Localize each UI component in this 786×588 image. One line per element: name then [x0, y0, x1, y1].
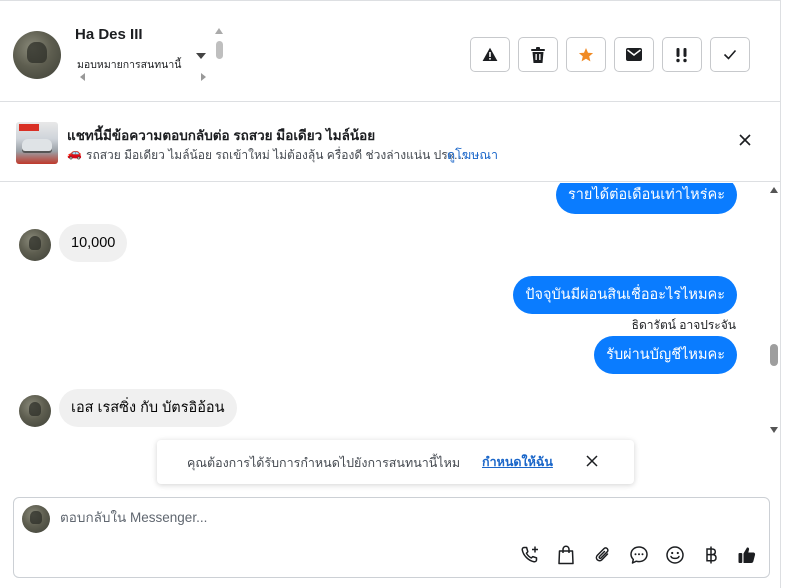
chat-bubble-icon: [630, 546, 648, 564]
ad-reply-banner: แชทนี้มีข้อความตอบกลับต่อ รถสวย มือเดียว…: [0, 103, 781, 182]
call-button[interactable]: [519, 544, 541, 566]
message-bubble-incoming[interactable]: 10,000: [59, 224, 128, 262]
conversation-header: Ha Des III มอบหมายการสนทนานี้: [0, 7, 781, 102]
mark-done-button[interactable]: [710, 37, 750, 72]
message-thread: รายได้ต่อเดือนเท่าไหร่คะ 10,000 ปัจจุบัน…: [0, 183, 781, 438]
shopping-bag-icon: [558, 545, 574, 565]
scroll-left-arrow[interactable]: [80, 73, 85, 81]
star-icon: [578, 47, 594, 61]
reply-composer: [13, 497, 770, 578]
scroll-up-arrow[interactable]: [770, 187, 778, 193]
scroll-down-arrow[interactable]: [770, 427, 778, 433]
ad-description: รถสวย มือเดียว ไมล์น้อย รถเข้าใหม่ ไม่ต้…: [86, 148, 465, 162]
contact-name[interactable]: Ha Des III: [75, 26, 143, 43]
report-spam-button[interactable]: [470, 37, 510, 72]
like-button[interactable]: [736, 544, 758, 566]
contact-avatar[interactable]: [19, 395, 51, 427]
page-avatar: [22, 505, 50, 533]
shop-button[interactable]: [555, 544, 577, 566]
contact-avatar[interactable]: [19, 229, 51, 261]
message-bubble-outgoing[interactable]: ปัจจุบันมีผ่อนสินเชื่ออะไรไหมคะ: [513, 276, 737, 314]
delete-button[interactable]: [518, 37, 558, 72]
phone-plus-icon: [521, 546, 538, 563]
star-button[interactable]: [566, 37, 606, 72]
message-bubble-incoming[interactable]: เอส เรสซิ่ง กับ บัตรอิอ้อน: [59, 389, 237, 427]
assign-conversation-dropdown[interactable]: มอบหมายการสนทนานี้: [77, 56, 181, 73]
ad-thumbnail[interactable]: [16, 122, 58, 164]
contact-avatar[interactable]: [13, 31, 61, 79]
ad-banner-title: แชทนี้มีข้อความตอบกลับต่อ รถสวย มือเดียว…: [67, 128, 376, 143]
chevron-down-icon[interactable]: [196, 53, 206, 59]
assign-prompt-toast: คุณต้องการได้รับการกำหนดไปยังการสนทนานี้…: [157, 440, 634, 484]
emoji-button[interactable]: [664, 544, 686, 566]
view-ad-link[interactable]: ดูโฆษณา: [447, 145, 498, 165]
mark-unread-button[interactable]: [614, 37, 654, 72]
smiley-icon: [666, 546, 684, 564]
car-icon: 🚗: [67, 146, 82, 160]
scrollbar-thumb[interactable]: [216, 41, 223, 59]
thumbs-up-icon: [738, 547, 756, 563]
paperclip-icon: [595, 547, 609, 562]
close-icon[interactable]: [585, 454, 599, 468]
saved-replies-button[interactable]: [628, 544, 650, 566]
envelope-icon: [626, 48, 642, 61]
attach-button[interactable]: [592, 544, 614, 566]
message-bubble-outgoing[interactable]: รายได้ต่อเดือนเท่าไหร่คะ: [555, 183, 737, 214]
exclamation-icon: [676, 47, 687, 62]
message-bubble-outgoing[interactable]: รับผ่านบัญชีไหมคะ: [594, 336, 737, 374]
sender-name: ธิดารัตน์ อาจประจัน: [631, 318, 736, 332]
check-icon: [723, 49, 737, 60]
assign-prompt-text: คุณต้องการได้รับการกำหนดไปยังการสนทนานี้…: [187, 456, 461, 470]
trash-icon: [531, 46, 545, 63]
warning-icon: [482, 47, 498, 61]
scrollbar-thumb[interactable]: [770, 344, 778, 366]
assign-to-me-link[interactable]: กำหนดให้ฉัน: [482, 452, 553, 472]
thread-scrollbar[interactable]: [767, 183, 781, 438]
scroll-right-arrow[interactable]: [201, 73, 206, 81]
close-icon[interactable]: [737, 132, 753, 148]
follow-up-button[interactable]: [662, 37, 702, 72]
scroll-up-arrow[interactable]: [215, 28, 223, 34]
baht-icon: [706, 546, 717, 564]
payment-button[interactable]: [700, 544, 722, 566]
reply-input[interactable]: [60, 510, 660, 525]
